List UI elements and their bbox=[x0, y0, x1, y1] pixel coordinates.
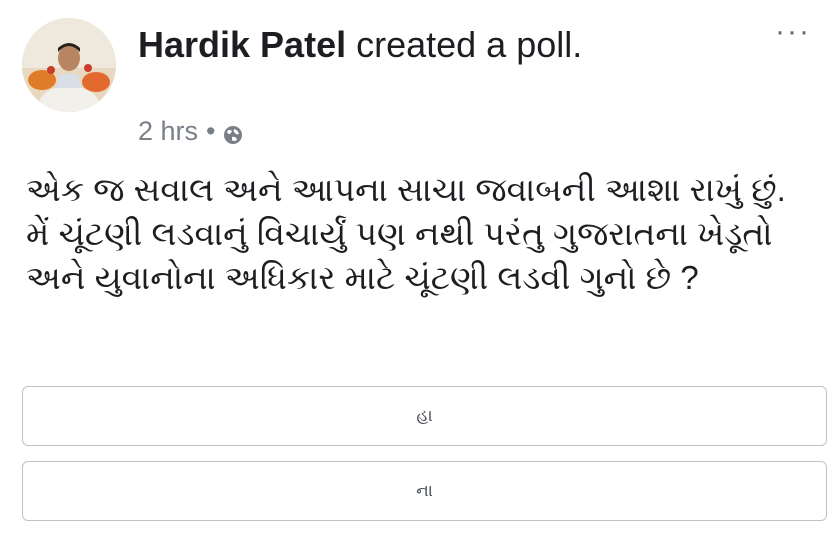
meta-separator: • bbox=[206, 115, 216, 146]
globe-icon bbox=[223, 121, 243, 144]
post-action-text: created a poll. bbox=[346, 24, 583, 65]
poll-question: એક જ સવાલ અને આપના સાચા જવાબની આશા રાખું… bbox=[26, 171, 786, 296]
timestamp[interactable]: 2 hrs bbox=[138, 116, 198, 147]
post-meta: 2 hrs • bbox=[138, 114, 243, 148]
more-options-button[interactable]: ··· bbox=[775, 17, 811, 47]
author-name[interactable]: Hardik Patel bbox=[138, 24, 346, 65]
avatar[interactable] bbox=[22, 18, 116, 112]
poll-option-label: હા bbox=[416, 406, 433, 425]
poll-post: Hardik Patel created a poll. ··· 2 hrs •… bbox=[0, 0, 835, 547]
poll-option-label: ના bbox=[416, 481, 433, 500]
poll-option-yes[interactable]: હા bbox=[22, 386, 827, 446]
poll-option-no[interactable]: ના bbox=[22, 461, 827, 521]
post-header: Hardik Patel created a poll. bbox=[138, 22, 698, 67]
